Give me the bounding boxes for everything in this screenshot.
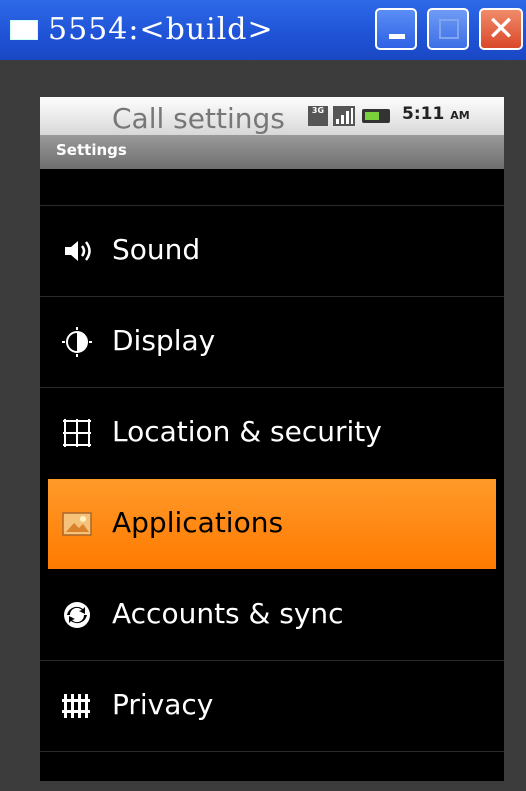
close-button[interactable]: ✕ <box>479 8 523 50</box>
minimize-button[interactable] <box>375 8 417 50</box>
window-title: 5554:<build> <box>48 12 274 47</box>
settings-item-privacy[interactable]: Privacy <box>40 661 504 751</box>
phone-screen: 3G 5:11 AM Settings Call settings Sound … <box>40 97 504 781</box>
maximize-button[interactable] <box>427 8 469 50</box>
settings-item-accounts-sync[interactable]: Accounts & sync <box>40 570 504 660</box>
privacy-icon <box>62 694 90 718</box>
location-grid-icon <box>63 419 91 447</box>
sync-icon <box>64 602 90 628</box>
speaker-icon <box>65 241 91 261</box>
minimize-icon <box>389 34 405 39</box>
close-icon: ✕ <box>486 9 516 49</box>
call-icon <box>62 145 92 175</box>
settings-item-applications[interactable]: Applications <box>48 479 496 569</box>
emulator-window: 5554:<build> ✕ 3G 5:11 AM Settings Call … <box>0 0 526 791</box>
settings-item-sound[interactable]: Sound <box>40 206 504 296</box>
applications-icon <box>62 512 92 536</box>
settings-item-display[interactable]: Display <box>40 297 504 387</box>
settings-item-call[interactable]: Call settings <box>40 102 504 205</box>
settings-item-location-security[interactable]: Location & security <box>40 388 504 478</box>
display-icon <box>62 327 92 357</box>
title-bar[interactable]: 5554:<build> ✕ <box>0 0 526 60</box>
divider <box>40 751 504 752</box>
maximize-icon <box>439 19 459 39</box>
window-icon <box>10 20 38 40</box>
